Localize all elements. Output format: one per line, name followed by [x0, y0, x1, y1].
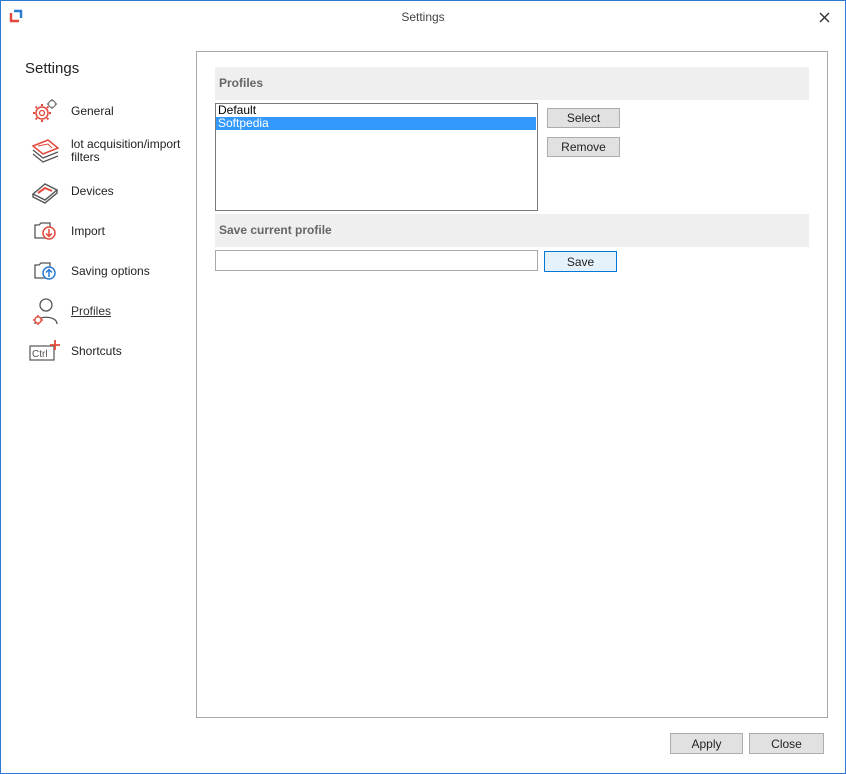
sidebar-item-devices[interactable]: Devices	[29, 173, 193, 209]
sidebar-item-label: lot acquisition/import filters	[71, 137, 181, 164]
close-button[interactable]: Close	[749, 733, 824, 754]
remove-profile-button[interactable]: Remove	[547, 137, 620, 157]
gear-icon	[29, 95, 61, 127]
sidebar-item-label: Shortcuts	[71, 343, 122, 358]
sidebar-item-label: Profiles	[71, 303, 112, 318]
sidebar-item-label: Saving options	[71, 263, 150, 278]
sidebar: Settings General lot acquisition/import …	[1, 32, 195, 732]
title-bar: Settings	[1, 1, 845, 32]
save-profile-section-header: Save current profile	[215, 214, 809, 247]
save-options-icon	[29, 255, 61, 287]
sidebar-item-profiles[interactable]: Profiles	[29, 293, 193, 329]
select-profile-button[interactable]: Select	[547, 108, 620, 128]
scanner-icon	[29, 175, 61, 207]
sidebar-item-label: Devices	[71, 183, 114, 198]
sidebar-item-import[interactable]: Import	[29, 213, 193, 249]
profiles-listbox[interactable]: Default Softpedia	[215, 103, 538, 211]
ctrl-shortcut-icon: Ctrl	[29, 335, 61, 367]
sidebar-title: Settings	[25, 60, 80, 77]
settings-window: Settings Settings General lot acquisitio…	[0, 0, 846, 774]
profile-icon	[29, 295, 61, 327]
close-window-button[interactable]	[809, 5, 839, 29]
svg-text:Ctrl: Ctrl	[32, 349, 48, 360]
sidebar-item-label: Import	[71, 223, 106, 238]
sidebar-item-filters[interactable]: lot acquisition/import filters	[29, 133, 193, 169]
sidebar-item-label: General	[71, 103, 114, 118]
import-icon	[29, 215, 61, 247]
sidebar-item-shortcuts[interactable]: Ctrl Shortcuts	[29, 333, 193, 369]
sidebar-item-saving-options[interactable]: Saving options	[29, 253, 193, 289]
filter-stack-icon	[29, 135, 61, 167]
sidebar-item-general[interactable]: General	[29, 93, 193, 129]
profiles-section-header: Profiles	[215, 67, 809, 100]
save-profile-button[interactable]: Save	[544, 251, 617, 272]
close-icon	[819, 12, 829, 22]
apply-button[interactable]: Apply	[670, 733, 743, 754]
list-item[interactable]: Softpedia	[216, 117, 536, 130]
profile-name-input[interactable]	[215, 250, 538, 271]
profiles-panel: Profiles Default Softpedia Select Remove…	[196, 51, 828, 718]
window-title: Settings	[401, 10, 445, 24]
